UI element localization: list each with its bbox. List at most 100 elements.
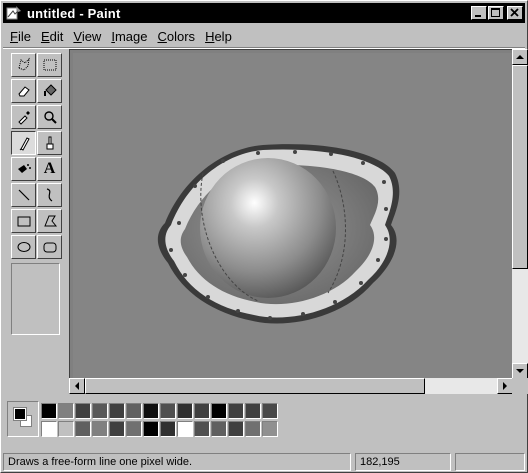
menu-view[interactable]: View <box>68 27 106 45</box>
tool-ellipse[interactable] <box>11 235 36 259</box>
palette-swatch[interactable] <box>126 421 142 437</box>
tool-pick-color[interactable] <box>11 105 36 129</box>
maximize-button[interactable] <box>488 6 504 20</box>
status-coordinates: 182,195 <box>355 453 451 471</box>
drawing-artwork <box>157 144 400 324</box>
menu-help[interactable]: Help <box>200 27 237 45</box>
polygon-icon <box>43 215 57 227</box>
rectangle-icon <box>17 216 30 227</box>
arrow-right-icon <box>503 382 507 390</box>
palette-swatch[interactable] <box>160 421 176 437</box>
paint-app-icon[interactable] <box>6 5 22 21</box>
palette-swatch[interactable] <box>211 403 227 419</box>
palette-swatch[interactable] <box>177 421 193 437</box>
tool-airbrush[interactable] <box>11 157 36 181</box>
palette-swatch[interactable] <box>41 421 57 437</box>
tool-polygon[interactable] <box>37 209 62 233</box>
palette-swatch[interactable] <box>92 421 108 437</box>
palette-swatch[interactable] <box>262 403 278 419</box>
rect-select-icon <box>43 59 56 71</box>
arrow-left-icon <box>75 382 79 390</box>
status-bar: Draws a free-form line one pixel wide. 1… <box>3 453 527 472</box>
title-bar[interactable]: untitled - Paint <box>3 3 525 23</box>
paint-bucket-icon <box>43 84 57 96</box>
palette-swatch[interactable] <box>92 403 108 419</box>
tool-rounded-rectangle[interactable] <box>37 235 62 259</box>
palette-swatch[interactable] <box>75 403 91 419</box>
tool-free-form-select[interactable] <box>11 53 36 77</box>
curve-icon <box>46 188 52 202</box>
horizontal-scroll-thumb[interactable] <box>85 378 425 394</box>
pencil-icon <box>19 137 30 151</box>
scroll-down-button[interactable] <box>512 363 528 379</box>
drawing-sphere <box>200 158 336 298</box>
tool-select[interactable] <box>37 53 62 77</box>
palette-swatch[interactable] <box>262 421 278 437</box>
menu-image[interactable]: Image <box>106 27 152 45</box>
magnifier-icon <box>43 111 57 124</box>
palette-swatch[interactable] <box>143 421 159 437</box>
tool-curve[interactable] <box>37 183 62 207</box>
palette-swatch[interactable] <box>160 403 176 419</box>
airbrush-icon <box>17 164 31 173</box>
arrow-down-icon <box>516 369 524 373</box>
menu-bar: File Edit View Image Colors Help <box>5 27 237 45</box>
ellipse-icon <box>17 242 30 252</box>
status-message: Draws a free-form line one pixel wide. <box>3 453 351 471</box>
palette-swatch[interactable] <box>58 421 74 437</box>
palette-swatch[interactable] <box>245 421 261 437</box>
scroll-right-button[interactable] <box>497 378 513 394</box>
tool-pencil[interactable] <box>11 131 36 155</box>
free-select-icon <box>17 57 30 71</box>
palette-swatch[interactable] <box>143 403 159 419</box>
tool-brush[interactable] <box>37 131 62 155</box>
palette-swatch[interactable] <box>41 403 57 419</box>
tool-rectangle[interactable] <box>11 209 36 233</box>
palette-swatch[interactable] <box>109 403 125 419</box>
text-icon: A <box>43 160 56 177</box>
foreground-color-swatch <box>13 407 27 421</box>
palette-swatch[interactable] <box>194 403 210 419</box>
palette-swatch[interactable] <box>194 421 210 437</box>
color-palette <box>7 401 283 439</box>
brush-icon <box>46 136 53 150</box>
menu-edit[interactable]: Edit <box>36 27 68 45</box>
eraser-icon <box>17 86 30 97</box>
tool-text[interactable]: A <box>37 157 62 181</box>
horizontal-scrollbar[interactable] <box>69 378 513 394</box>
arrow-up-icon <box>516 55 524 59</box>
menu-colors[interactable]: Colors <box>152 27 200 45</box>
palette-swatch[interactable] <box>126 403 142 419</box>
minimize-icon <box>475 15 481 17</box>
tool-options-box[interactable] <box>11 263 60 335</box>
vertical-scrollbar[interactable] <box>512 49 528 379</box>
palette-swatch[interactable] <box>245 403 261 419</box>
palette-swatch[interactable] <box>211 421 227 437</box>
palette-swatch[interactable] <box>58 403 74 419</box>
rounded-rect-icon <box>43 242 56 253</box>
eyedropper-icon <box>17 111 30 125</box>
window-title: untitled - Paint <box>27 5 121 21</box>
palette-swatch[interactable] <box>228 421 244 437</box>
palette-swatch[interactable] <box>228 403 244 419</box>
tool-magnifier[interactable] <box>37 105 62 129</box>
vertical-scroll-thumb[interactable] <box>512 65 528 269</box>
menu-file[interactable]: File <box>5 27 36 45</box>
close-button[interactable] <box>507 6 523 20</box>
status-size <box>455 453 525 471</box>
scroll-up-button[interactable] <box>512 49 528 65</box>
line-icon <box>18 189 29 201</box>
palette-swatch[interactable] <box>177 403 193 419</box>
palette-swatch[interactable] <box>75 421 91 437</box>
tool-fill-with-color[interactable] <box>37 79 62 103</box>
current-colors[interactable] <box>7 401 39 437</box>
tool-line[interactable] <box>11 183 36 207</box>
scroll-left-button[interactable] <box>69 378 85 394</box>
minimize-button[interactable] <box>471 6 487 20</box>
paint-window: untitled - Paint File Edit View Image Colors… <box>0 0 528 473</box>
close-icon <box>510 8 519 17</box>
drawing-canvas[interactable] <box>73 53 513 379</box>
palette-swatch[interactable] <box>109 421 125 437</box>
maximize-icon <box>491 8 500 17</box>
tool-eraser[interactable] <box>11 79 36 103</box>
